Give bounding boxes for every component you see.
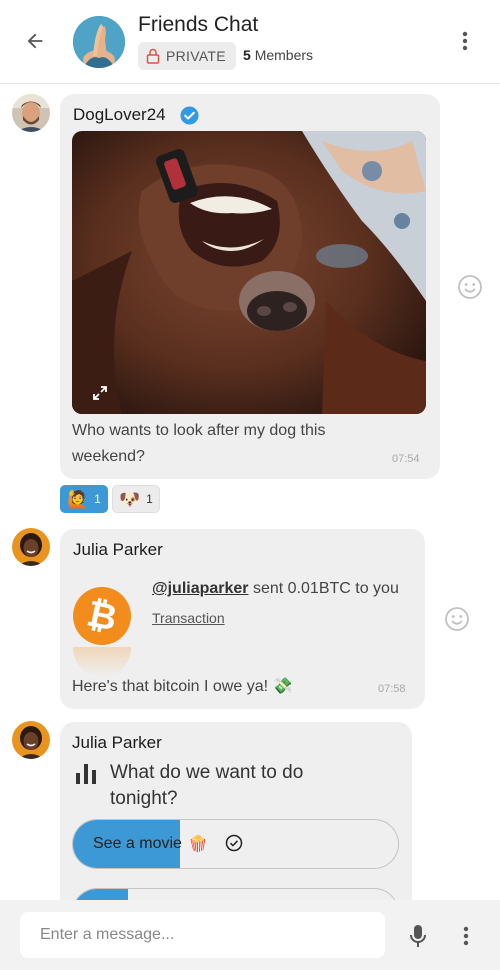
more-vert-icon [463, 926, 469, 946]
poll-result-bar [73, 889, 129, 900]
more-vert-icon [462, 31, 468, 51]
add-reaction-icon[interactable] [457, 274, 483, 300]
message-time: 07:58 [378, 683, 406, 695]
popcorn-icon: 🍿 [187, 836, 208, 853]
bitcoin-icon: ₿ [73, 587, 131, 645]
poll-option-label: See a movie 🍿 [93, 834, 208, 854]
poll-option[interactable]: See a movie 🍿 [72, 819, 399, 869]
mic-icon [410, 925, 426, 947]
raising-hand-icon: 🙋 [67, 489, 89, 509]
message-text-body: Here's that bitcoin I owe ya! [72, 678, 269, 695]
avatar[interactable] [12, 94, 50, 132]
poll-option[interactable] [72, 888, 399, 900]
message-time: 07:54 [392, 453, 420, 465]
transaction-link[interactable]: Transaction [152, 610, 225, 626]
reaction-chip[interactable]: 🐶 1 [112, 485, 160, 513]
message-list[interactable]: DogLover24 Who wants to look after my do… [0, 85, 500, 900]
private-badge: PRIVATE [138, 42, 236, 70]
reaction-chip[interactable]: 🙋 1 [60, 485, 108, 513]
poll-option-text: See a movie [93, 835, 182, 852]
verified-icon [180, 106, 199, 125]
arrow-left-icon [27, 33, 43, 49]
back-button[interactable] [20, 26, 50, 56]
composer-bar [0, 900, 500, 970]
svg-text:₿: ₿ [83, 592, 120, 638]
private-label: PRIVATE [166, 48, 226, 64]
reaction-count: 1 [94, 492, 101, 506]
header-menu-button[interactable] [452, 26, 478, 56]
expand-image-button[interactable] [86, 379, 114, 407]
message-text: Here's that bitcoin I owe ya! 💸 [72, 674, 372, 700]
reaction-count: 1 [146, 492, 153, 506]
poll-icon [76, 764, 96, 784]
member-count-number: 5 [243, 47, 251, 63]
add-reaction-icon[interactable] [444, 606, 470, 632]
avatar[interactable] [12, 528, 50, 566]
payment-summary: @juliaparker sent 0.01BTC to you [152, 580, 399, 598]
member-count-label: Members [254, 47, 314, 63]
sender-name[interactable]: Julia Parker [72, 733, 162, 753]
sender-name[interactable]: DogLover24 [73, 105, 166, 125]
message-text: Who wants to look after my dog this week… [72, 422, 326, 465]
dog-face-icon: 🐶 [119, 489, 141, 509]
chat-title: Friends Chat [138, 13, 259, 36]
money-wings-icon: 💸 [272, 678, 293, 695]
poll-question: What do we want to do tonight? [110, 762, 304, 809]
composer-menu-button[interactable] [456, 922, 476, 950]
lock-icon [146, 48, 160, 64]
sender-name[interactable]: Julia Parker [73, 540, 163, 560]
check-circle-icon [225, 834, 243, 852]
member-count[interactable]: 5 Members [243, 47, 313, 63]
expand-icon [93, 386, 107, 400]
avatar[interactable] [12, 721, 50, 759]
payment-user-link[interactable]: @juliaparker [152, 580, 249, 597]
payment-action: sent 0.01BTC to you [252, 580, 399, 597]
message-input[interactable] [20, 912, 385, 958]
chat-header: Friends Chat PRIVATE 5 Members [0, 0, 500, 84]
dog-photo[interactable] [72, 131, 426, 414]
voice-message-button[interactable] [406, 922, 430, 950]
group-avatar[interactable] [73, 16, 125, 68]
